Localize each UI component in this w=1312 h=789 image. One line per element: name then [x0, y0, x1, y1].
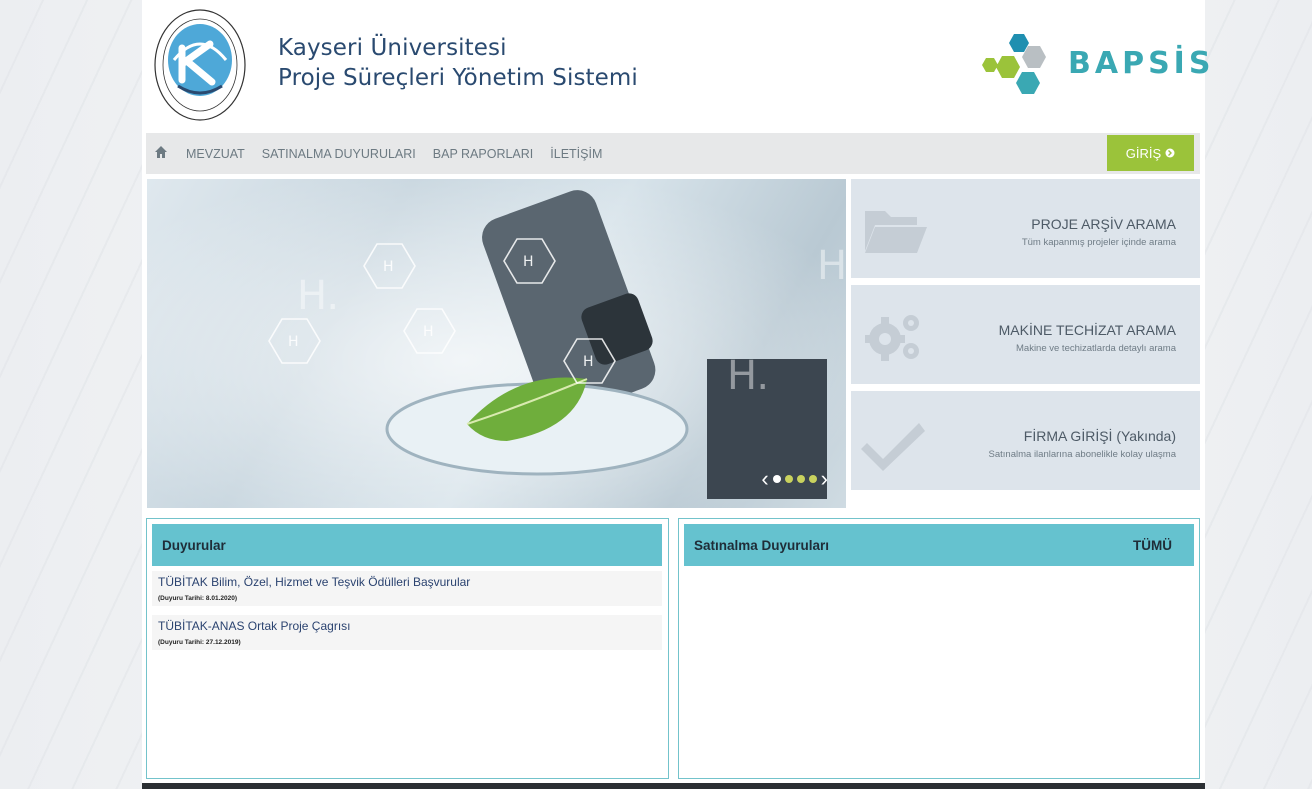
site-title-line2: Proje Süreçleri Yönetim Sistemi [278, 65, 638, 91]
chevron-right-icon[interactable]: › [821, 466, 828, 492]
university-logo[interactable] [154, 8, 246, 122]
quick-link-proje-arsiv[interactable]: PROJE ARŞİV ARAMA Tüm kapanmış projeler … [851, 179, 1200, 278]
nav-items: MEVZUAT SATINALMA DUYURULARI BAP RAPORLA… [186, 133, 619, 174]
svg-text:H.: H. [727, 353, 769, 399]
quick-link-makine-techizat[interactable]: MAKİNE TECHİZAT ARAMA Makine ve techizat… [851, 285, 1200, 384]
login-label: GİRİŞ [1125, 145, 1162, 161]
svg-text:H: H [288, 334, 299, 350]
announcement-date: (Duyuru Tarihi: 8.01.2020) [158, 595, 237, 602]
site-title-line1: Kayseri Üniversitesi [278, 35, 507, 61]
quick-link-title: FİRMA GİRİŞİ (Yakında) [1023, 428, 1176, 444]
procurement-header: Satınalma Duyuruları TÜMÜ [684, 524, 1194, 566]
main-container: Kayseri Üniversitesi Proje Süreçleri Yön… [142, 0, 1210, 789]
quick-link-subtitle: Satınalma ilanlarına abonelikle kolay ul… [988, 449, 1176, 460]
check-icon [861, 423, 925, 471]
site-title: Kayseri Üniversitesi Proje Süreçleri Yön… [278, 33, 638, 93]
slider-dot-2[interactable] [784, 475, 793, 483]
view-all-link[interactable]: TÜMÜ [1133, 538, 1172, 553]
chevron-left-icon[interactable]: ‹ [761, 466, 768, 492]
bapsis-logo[interactable]: BAPSİS [978, 32, 1210, 100]
footer-bar [142, 783, 1205, 789]
hero-slider[interactable]: H H H H H H. H. H. ‹ › [147, 179, 846, 508]
procurement-heading: Satınalma Duyuruları [694, 537, 830, 553]
svg-text:H: H [423, 324, 434, 340]
quick-link-title: PROJE ARŞİV ARAMA [1031, 216, 1176, 232]
bapsis-wordmark: BAPSİS [1068, 46, 1215, 81]
quick-link-subtitle: Makine ve techizatlarda detaylı arama [1016, 343, 1176, 354]
slider-controls: ‹ › [761, 466, 828, 492]
announcement-date: (Duyuru Tarihi: 27.12.2019) [158, 639, 241, 646]
svg-text:H: H [383, 259, 394, 275]
slider-dot-4[interactable] [808, 475, 817, 483]
procurement-panel: Satınalma Duyuruları TÜMÜ [678, 518, 1200, 779]
folder-open-icon [865, 211, 927, 253]
home-icon[interactable] [154, 145, 168, 159]
announcements-panel: Duyurular TÜBİTAK Bilim, Özel, Hizmet ve… [146, 518, 669, 779]
announcements-heading: Duyurular [162, 537, 226, 553]
announcements-header: Duyurular [152, 524, 662, 566]
nav-item-satinalma[interactable]: SATINALMA DUYURULARI [262, 147, 416, 161]
arrow-circle-right-icon [1165, 148, 1175, 158]
hexagon-cluster-icon [982, 34, 1046, 94]
list-item[interactable]: TÜBİTAK Bilim, Özel, Hizmet ve Teşvik Öd… [152, 571, 662, 606]
announcement-title[interactable]: TÜBİTAK Bilim, Özel, Hizmet ve Teşvik Öd… [158, 575, 657, 589]
slider-dot-3[interactable] [796, 475, 805, 483]
quick-link-firma-girisi[interactable]: FİRMA GİRİŞİ (Yakında) Satınalma ilanlar… [851, 391, 1200, 490]
quick-link-subtitle: Tüm kapanmış projeler içinde arama [1021, 237, 1176, 248]
quick-link-title: MAKİNE TECHİZAT ARAMA [998, 322, 1176, 338]
nav-item-iletisim[interactable]: İLETİŞİM [550, 147, 602, 161]
slider-dot-1[interactable] [772, 475, 781, 483]
nav-item-mevzuat[interactable]: MEVZUAT [186, 147, 245, 161]
site-header: Kayseri Üniversitesi Proje Süreçleri Yön… [142, 0, 1210, 131]
svg-text:H: H [523, 254, 534, 270]
gears-icon [865, 315, 919, 361]
list-item[interactable]: TÜBİTAK-ANAS Ortak Proje Çagrısı (Duyuru… [152, 615, 662, 650]
login-button[interactable]: GİRİŞ [1107, 135, 1194, 171]
main-nav: MEVZUAT SATINALMA DUYURULARI BAP RAPORLA… [146, 133, 1200, 174]
announcement-title[interactable]: TÜBİTAK-ANAS Ortak Proje Çagrısı [158, 619, 657, 633]
hero-image: H H H H H H. H. H. [147, 179, 846, 508]
svg-text:H: H [583, 354, 594, 370]
nav-item-bap-raporlari[interactable]: BAP RAPORLARI [433, 147, 534, 161]
svg-text:H.: H. [817, 243, 846, 289]
svg-text:H.: H. [297, 273, 339, 319]
